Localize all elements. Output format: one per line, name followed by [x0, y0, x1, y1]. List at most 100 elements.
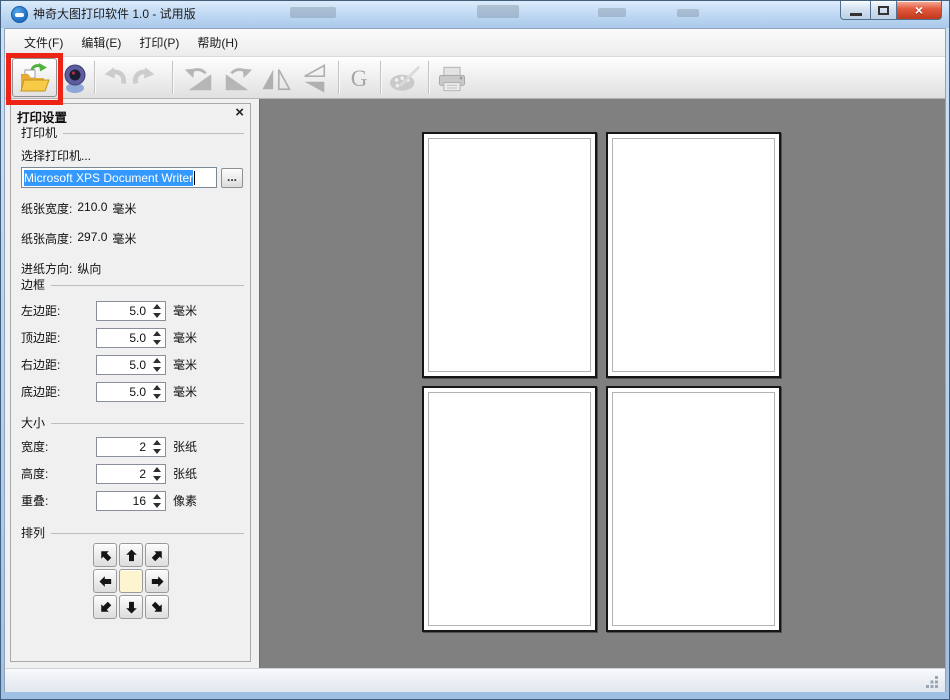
printer-icon: [438, 66, 466, 91]
open-button[interactable]: [12, 58, 57, 97]
right-margin-spinner[interactable]: 5.0: [96, 354, 166, 375]
minimize-icon: [849, 12, 862, 16]
paper-width-unit: 毫米: [112, 202, 137, 216]
select-printer-label: 选择打印机...: [21, 149, 92, 163]
maximize-button[interactable]: [870, 1, 897, 20]
page-preview: [422, 132, 597, 378]
spin-up-icon[interactable]: [152, 466, 161, 472]
spin-down-icon[interactable]: [152, 339, 161, 345]
rotate-left-button[interactable]: [182, 62, 216, 95]
bottom-margin-spinner[interactable]: 5.0: [96, 381, 166, 402]
top-margin-spinner[interactable]: 5.0: [96, 327, 166, 348]
print-button[interactable]: [432, 62, 472, 95]
palette-icon: [390, 65, 421, 91]
bottom-margin-value: 5.0: [129, 384, 146, 399]
top-margin-value: 5.0: [129, 330, 146, 345]
left-margin-value: 5.0: [129, 303, 146, 318]
width-row: 宽度: 2 张纸: [21, 436, 244, 457]
arrow-up-left-icon: [100, 550, 111, 561]
right-margin-row: 右边距: 5.0 毫米: [21, 354, 244, 375]
minimize-button[interactable]: [840, 1, 870, 20]
arrow-right-icon: [151, 575, 164, 587]
browse-printer-button[interactable]: ...: [221, 167, 243, 188]
selected-text: Microsoft XPS Document Writer: [24, 169, 194, 186]
feed-direction-row: 进纸方向: 纵向: [21, 260, 244, 277]
maximize-icon: [878, 5, 889, 15]
spin-up-icon[interactable]: [152, 384, 161, 390]
menu-item-print[interactable]: 打印(P): [130, 30, 188, 55]
paper-width-row: 纸张宽度: 210.0 毫米: [21, 200, 244, 217]
camera-icon: [64, 64, 86, 93]
menu-item-edit[interactable]: 编辑(E): [72, 30, 130, 55]
arrange-down-right-button[interactable]: [145, 595, 169, 619]
grayscale-button[interactable]: G: [343, 62, 375, 95]
height-spinner[interactable]: 2: [96, 463, 166, 484]
arrange-center-button[interactable]: [119, 569, 143, 593]
menu-item-file[interactable]: 文件(F): [15, 30, 72, 55]
spin-down-icon[interactable]: [152, 475, 161, 481]
capture-button[interactable]: [59, 62, 93, 95]
arrow-up-right-icon: [151, 550, 162, 561]
margin-group-legend: 边框: [21, 277, 46, 292]
spin-down-icon[interactable]: [152, 393, 161, 399]
group-rule: [51, 285, 244, 286]
height-unit: 张纸: [173, 467, 198, 481]
panel-close-button[interactable]: ×: [235, 104, 244, 122]
rotate-right-button[interactable]: [221, 62, 255, 95]
overlap-label: 重叠:: [21, 494, 49, 508]
left-margin-spinner[interactable]: 5.0: [96, 300, 166, 321]
page-margin-guide: [612, 138, 775, 372]
arrange-group: 排列: [21, 524, 244, 619]
undo-icon: [104, 67, 126, 85]
overlap-value: 16: [132, 493, 146, 508]
spin-down-icon[interactable]: [152, 448, 161, 454]
size-group: 大小 宽度: 2 张纸 高度: 2 张纸 重叠: 16 像素: [21, 414, 244, 517]
toolbar-separator: [172, 61, 173, 94]
paper-height-row: 纸张高度: 297.0 毫米: [21, 230, 244, 247]
redo-button[interactable]: [129, 62, 161, 94]
top-margin-row: 顶边距: 5.0 毫米: [21, 327, 244, 348]
spin-up-icon[interactable]: [152, 357, 161, 363]
height-label: 高度:: [21, 467, 49, 481]
main-area: 打印设置 × 打印机 选择打印机... Microsoft XPS Docume…: [5, 99, 945, 668]
arrange-group-legend: 排列: [21, 525, 46, 540]
toolbar-separator: [428, 61, 429, 94]
group-rule: [51, 423, 244, 424]
margin-group: 边框 左边距: 5.0 毫米 顶边距: 5.0 毫米 右边距: 5.0 毫米 底…: [21, 276, 244, 408]
page-preview: [606, 132, 781, 378]
window: 神奇大图打印软件 1.0 - 试用版 × 文件(F) 编辑(E) 打印(P) 帮…: [0, 0, 950, 700]
window-frame: 神奇大图打印软件 1.0 - 试用版 × 文件(F) 编辑(E) 打印(P) 帮…: [1, 1, 949, 699]
overlap-spinner[interactable]: 16: [96, 490, 166, 511]
arrange-right-button[interactable]: [145, 569, 169, 593]
width-spinner[interactable]: 2: [96, 436, 166, 457]
page-margin-guide: [612, 392, 775, 626]
resize-grip[interactable]: [925, 674, 939, 688]
spin-down-icon[interactable]: [152, 502, 161, 508]
size-group-legend: 大小: [21, 415, 46, 430]
spin-down-icon[interactable]: [152, 366, 161, 372]
toolbar: G: [5, 57, 945, 99]
arrange-up-left-button[interactable]: [93, 543, 117, 567]
watermark: [677, 9, 699, 17]
arrange-left-button[interactable]: [93, 569, 117, 593]
flip-vertical-button[interactable]: [298, 62, 330, 95]
flip-horizontal-button[interactable]: [260, 62, 292, 95]
spin-down-icon[interactable]: [152, 312, 161, 318]
arrange-down-button[interactable]: [119, 595, 143, 619]
undo-button[interactable]: [98, 62, 130, 94]
printer-name-input[interactable]: Microsoft XPS Document Writer: [21, 167, 217, 188]
spin-up-icon[interactable]: [152, 330, 161, 336]
spin-up-icon[interactable]: [152, 439, 161, 445]
spin-up-icon[interactable]: [152, 303, 161, 309]
titlebar[interactable]: 神奇大图打印软件 1.0 - 试用版 ×: [1, 1, 949, 28]
close-button[interactable]: ×: [897, 1, 942, 20]
arrow-left-icon: [98, 575, 111, 587]
palette-button[interactable]: [385, 62, 425, 95]
feed-direction-label: 进纸方向:: [21, 262, 73, 276]
spin-up-icon[interactable]: [152, 493, 161, 499]
arrange-down-left-button[interactable]: [93, 595, 117, 619]
arrange-up-right-button[interactable]: [145, 543, 169, 567]
menu-item-help[interactable]: 帮助(H): [188, 30, 247, 55]
arrange-up-button[interactable]: [119, 543, 143, 567]
flip-vertical-icon: [304, 63, 326, 93]
